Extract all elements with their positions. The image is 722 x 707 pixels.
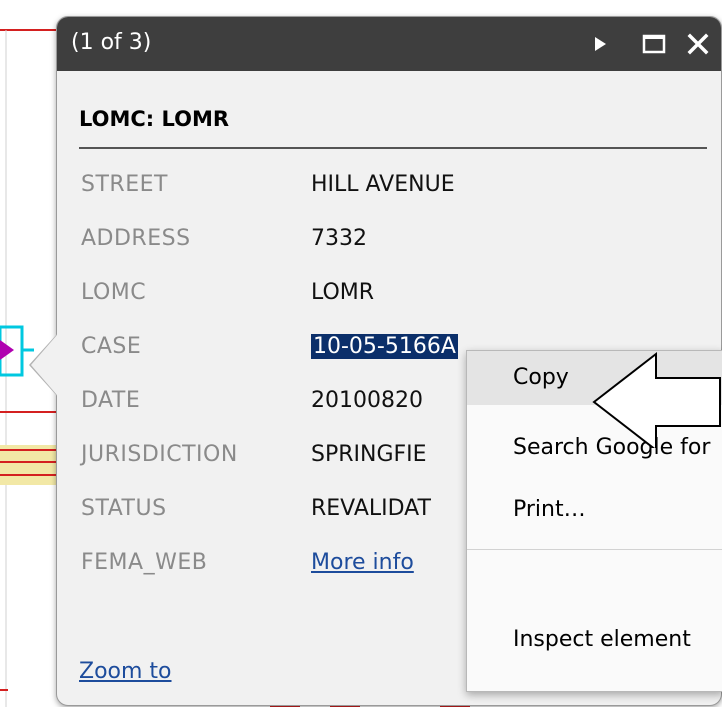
selected-case-text[interactable]: 10-05-5166A xyxy=(311,334,458,359)
menu-item-label: Inspect element xyxy=(513,627,691,652)
attribute-key: JURISDICTION xyxy=(81,442,238,467)
attribute-key: STREET xyxy=(81,172,168,197)
attribute-key: CASE xyxy=(81,334,142,359)
play-icon[interactable] xyxy=(585,29,615,59)
attribute-key: ADDRESS xyxy=(81,226,191,251)
menu-item-inspect-element[interactable]: Inspect element xyxy=(467,613,722,667)
heading-divider xyxy=(79,147,707,149)
attribute-key: LOMC xyxy=(81,280,147,305)
maximize-icon[interactable] xyxy=(639,29,669,59)
left-arrow-icon xyxy=(592,351,721,448)
close-icon[interactable] xyxy=(683,29,713,59)
popup-counter: (1 of 3) xyxy=(71,30,152,55)
more-info-link[interactable]: More info xyxy=(311,550,414,575)
attribute-row: STREET HILL AVENUE xyxy=(81,172,701,212)
attribute-row: LOMC LOMR xyxy=(81,280,701,320)
attribute-key: STATUS xyxy=(81,496,167,521)
menu-item-print[interactable]: Print… xyxy=(467,483,722,537)
zoom-to-link[interactable]: Zoom to xyxy=(79,659,172,684)
attribute-row: ADDRESS 7332 xyxy=(81,226,701,266)
popup-pointer xyxy=(31,335,57,395)
attribute-value: 7332 xyxy=(311,226,367,251)
attribute-value: 20100820 xyxy=(311,388,423,413)
popup-titlebar: (1 of 3) xyxy=(57,17,721,71)
menu-item-label: Copy xyxy=(513,365,569,390)
attribute-value: LOMR xyxy=(311,280,375,305)
menu-separator xyxy=(467,549,722,550)
menu-item-label: Print… xyxy=(513,497,586,522)
attribute-key: DATE xyxy=(81,388,141,413)
attribute-value: REVALIDAT xyxy=(311,496,431,521)
attribute-key: FEMA_WEB xyxy=(81,550,208,575)
attribute-value: HILL AVENUE xyxy=(311,172,455,197)
attribute-value: SPRINGFIE xyxy=(311,442,427,467)
popup-heading: LOMC: LOMR xyxy=(79,107,230,131)
